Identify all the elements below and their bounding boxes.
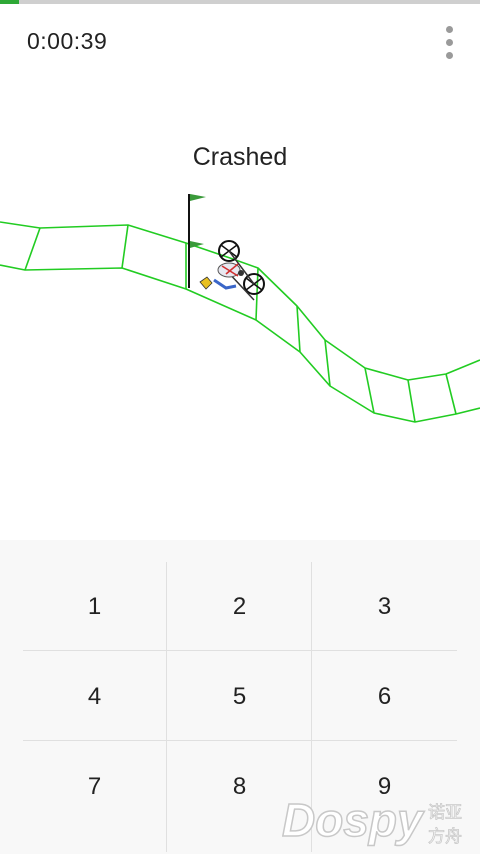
key-1[interactable]: 1 — [22, 562, 167, 652]
track-struts — [24, 224, 457, 423]
key-2[interactable]: 2 — [167, 562, 312, 652]
key-6[interactable]: 6 — [312, 652, 457, 742]
key-7[interactable]: 7 — [22, 742, 167, 832]
dospy-watermark-logo: Dospy 诺亚 方舟 — [282, 793, 462, 847]
track-bottom-edge — [0, 264, 480, 423]
track-top-edge — [0, 221, 480, 381]
svg-text:诺亚: 诺亚 — [428, 803, 462, 823]
key-3[interactable]: 3 — [312, 562, 457, 652]
svg-text:Dospy: Dospy — [282, 794, 425, 846]
track — [0, 221, 480, 423]
crashed-rider-icon — [199, 240, 265, 301]
checkpoint-flag-icon — [188, 194, 206, 288]
svg-text:方舟: 方舟 — [428, 827, 462, 847]
key-4[interactable]: 4 — [22, 652, 167, 742]
game-canvas — [0, 194, 480, 423]
key-5[interactable]: 5 — [167, 652, 312, 742]
